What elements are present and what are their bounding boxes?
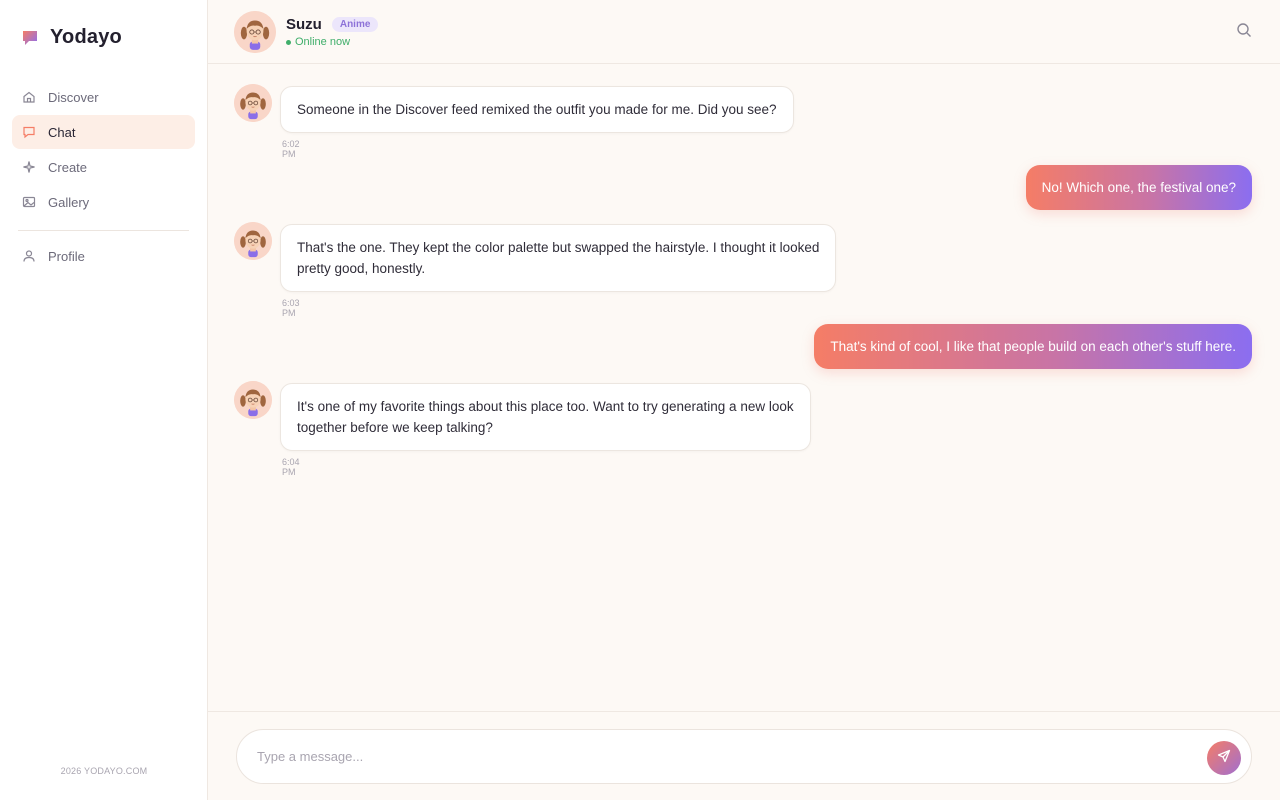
brand-logo-icon	[20, 28, 40, 48]
sidebar-item-gallery[interactable]: Gallery	[12, 185, 195, 219]
character-name-row: Suzu Anime	[286, 16, 379, 33]
message-line: together before we keep talking?	[297, 420, 493, 435]
message-bubble: Someone in the Discover feed remixed the…	[280, 86, 794, 133]
composer-area	[208, 711, 1280, 800]
sparkle-icon	[22, 160, 36, 174]
sidebar-item-create[interactable]: Create	[12, 150, 195, 184]
sidebar-divider	[18, 230, 189, 231]
brand-logo[interactable]: Yodayo	[20, 26, 122, 49]
sidebar-item-label: Create	[48, 159, 88, 175]
character-name: Suzu	[286, 16, 322, 33]
send-button[interactable]	[1207, 741, 1241, 775]
status-text: Online now	[295, 36, 351, 48]
chat-icon	[22, 125, 36, 139]
sidebar-item-label: Gallery	[48, 194, 90, 210]
message-timestamp: 6:02 PM	[282, 139, 300, 159]
home-icon	[22, 90, 36, 104]
message-composer	[236, 729, 1252, 784]
sidebar: Yodayo Discover Chat Create Gallery Prof…	[0, 0, 208, 800]
message-bubble: That's the one. They kept the color pale…	[280, 224, 837, 292]
message-line: pretty good, honestly.	[297, 261, 426, 276]
sidebar-item-label: Discover	[48, 89, 99, 105]
message-timestamp: 6:04 PM	[282, 457, 300, 477]
image-icon	[22, 195, 36, 209]
sidebar-item-profile[interactable]: Profile	[12, 239, 195, 273]
sidebar-nav: Discover Chat Create Gallery Profile	[12, 80, 195, 274]
avatar[interactable]	[233, 221, 273, 265]
sidebar-item-label: Profile	[48, 248, 85, 264]
search-icon	[1236, 22, 1252, 43]
category-badge: Anime	[331, 17, 379, 32]
message-list[interactable]: Someone in the Discover feed remixed the…	[208, 64, 1280, 711]
message-line: It's one of my favorite things about thi…	[297, 399, 794, 414]
avatar[interactable]	[233, 83, 273, 127]
message-bubble: It's one of my favorite things about thi…	[280, 383, 811, 451]
brand-name: Yodayo	[50, 26, 122, 48]
message-outgoing-bubble: No! Which one, the festival one?	[1025, 165, 1252, 210]
status-indicator: Online now	[286, 36, 350, 48]
message-input[interactable]	[257, 730, 1197, 783]
sidebar-item-chat[interactable]: Chat	[12, 115, 195, 149]
send-icon	[1217, 749, 1231, 768]
avatar[interactable]	[233, 380, 273, 424]
message-line: That's the one. They kept the color pale…	[297, 240, 820, 255]
user-icon	[22, 249, 36, 263]
footer-copyright: 2026 YODAYO.COM	[60, 766, 148, 776]
online-dot-icon	[286, 39, 291, 45]
avatar[interactable]	[233, 10, 277, 58]
sidebar-item-label: Chat	[48, 124, 76, 140]
sidebar-item-discover[interactable]: Discover	[12, 80, 195, 114]
message-outgoing-bubble: That's kind of cool, I like that people …	[814, 324, 1252, 369]
chat-header: Suzu Anime Online now	[208, 0, 1280, 64]
search-button[interactable]	[1232, 20, 1256, 44]
message-timestamp: 6:03 PM	[282, 298, 300, 318]
